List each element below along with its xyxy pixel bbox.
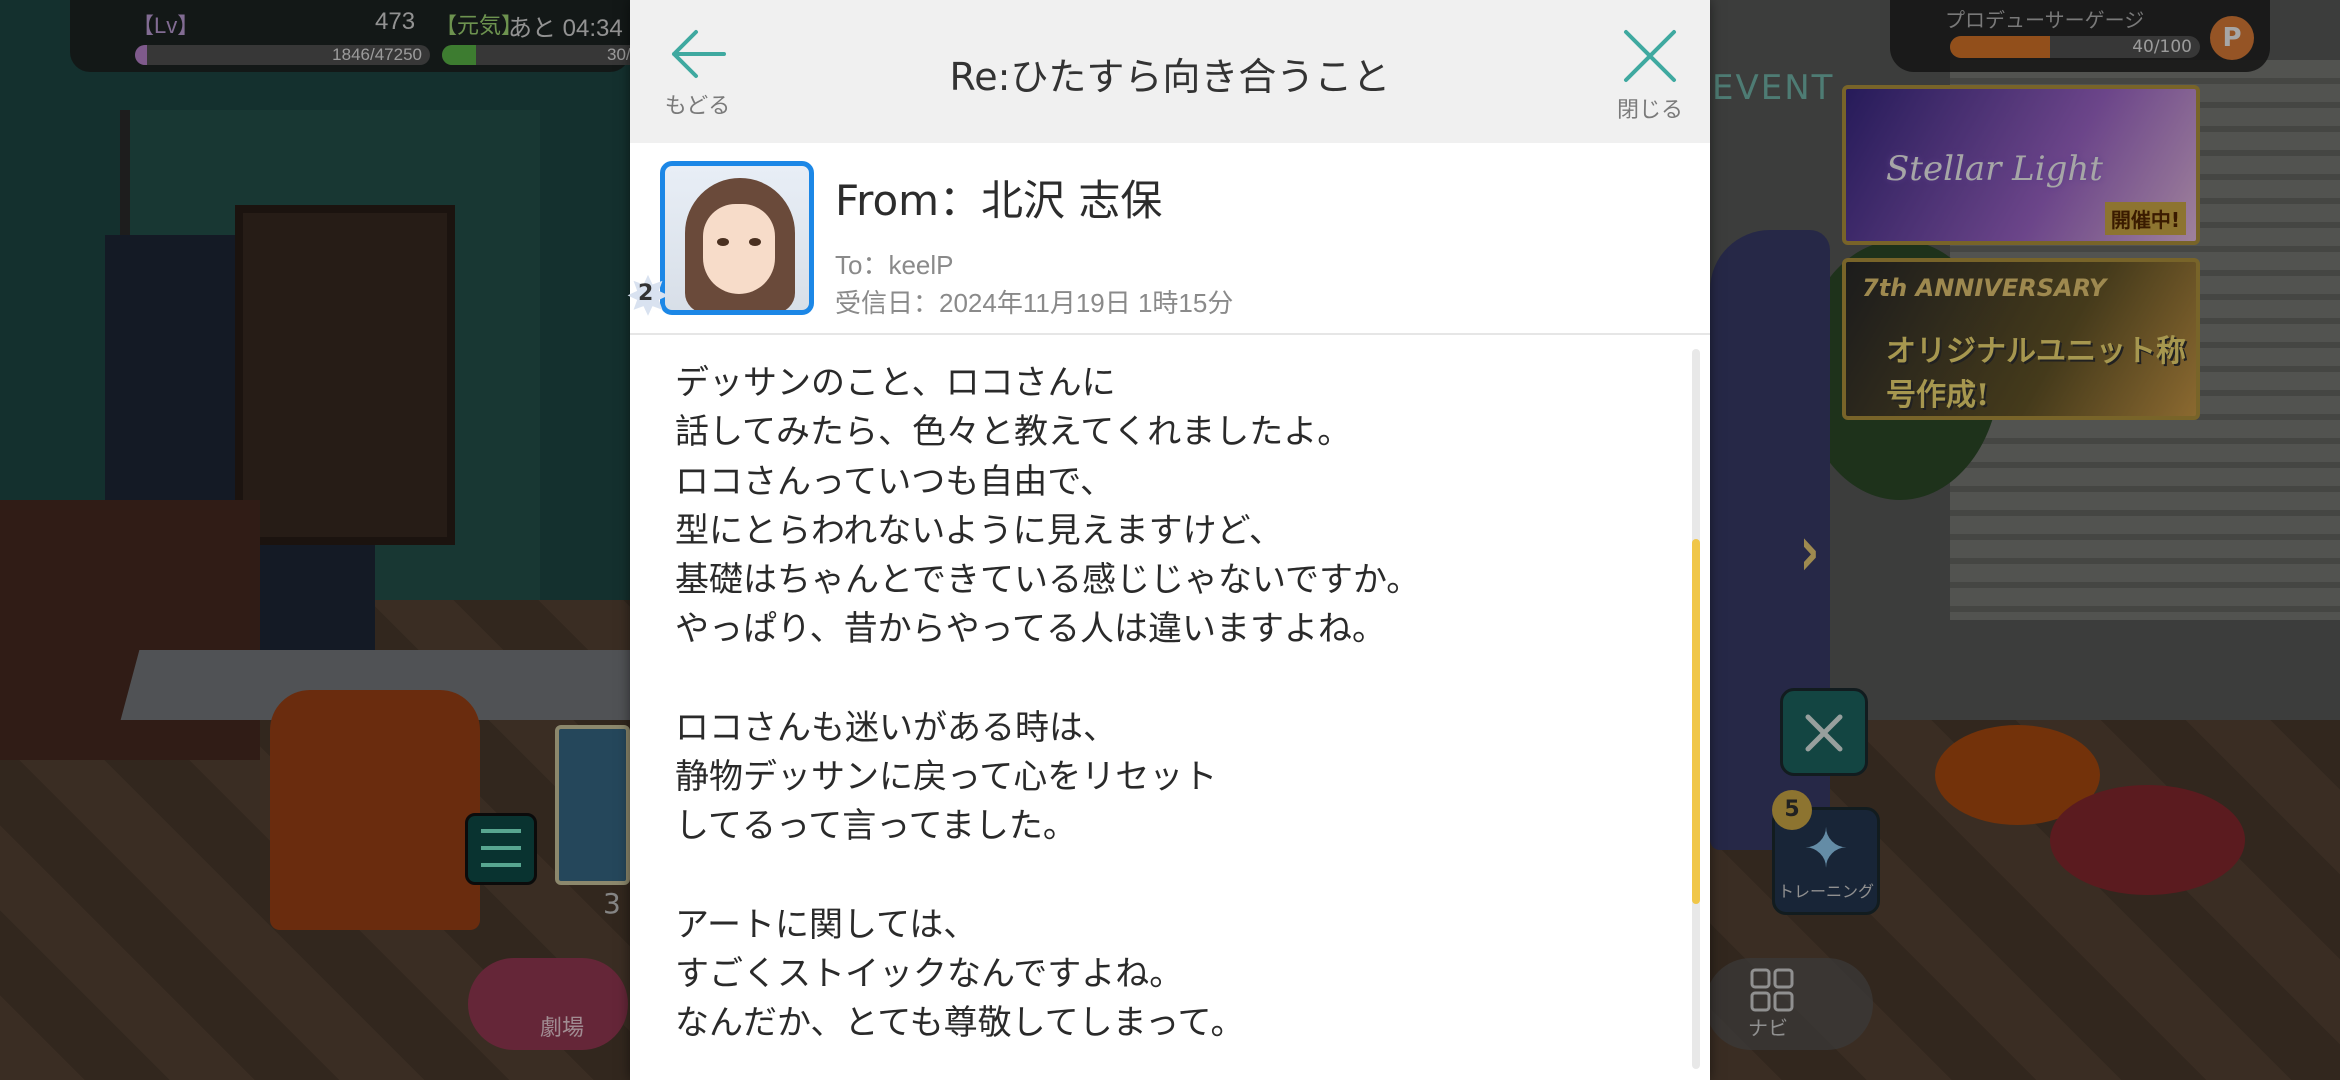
mail-paragraph: ロコさんも迷いがある時は、 静物デッサンに戻って心をリセット してるって言ってま… (675, 707, 1218, 847)
mail-to: To：keelP (835, 250, 954, 280)
close-button[interactable]: 閉じる (1600, 28, 1700, 128)
mail-paragraph: デッサンのこと、ロコさんに 話してみたら、色々と教えてくれましたよ。 ロコさんっ… (675, 363, 1421, 650)
avatar-face (703, 204, 775, 294)
sender-avatar[interactable] (660, 161, 814, 315)
mail-received-date: 受信日：2024年11月19日 1時15分 (835, 288, 1234, 318)
close-label: 閉じる (1616, 98, 1683, 123)
mail-title: Re:ひたすら向き合うこと (949, 55, 1391, 99)
mail-body-scroll[interactable]: デッサンのこと、ロコさんに 話してみたら、色々と教えてくれましたよ。 ロコさんっ… (630, 337, 1710, 1080)
avatar-rank: 2 (638, 281, 654, 306)
mail-dialog: もどる Re:ひたすら向き合うこと 閉じる ✸ 2 From：北沢 志保 To：… (625, 0, 1710, 1080)
avatar-eye (717, 238, 729, 246)
mail-body: デッサンのこと、ロコさんに 話してみたら、色々と教えてくれましたよ。 ロコさんっ… (675, 359, 1635, 1049)
scrollbar-thumb[interactable] (1692, 539, 1700, 904)
avatar-eye (749, 238, 761, 246)
scrollbar[interactable] (1692, 349, 1700, 1069)
mail-paragraph: アートに関しては、 すごくストイックなんですよね。 なんだか、とても尊敬してしま… (675, 904, 1245, 1044)
sender-info: ✸ 2 From：北沢 志保 To：keelP 受信日：2024年11月19日 … (625, 143, 1710, 335)
mail-from: From：北沢 志保 (835, 176, 1163, 225)
mail-header: もどる Re:ひたすら向き合うこと 閉じる (630, 0, 1710, 143)
close-icon (1624, 30, 1676, 82)
